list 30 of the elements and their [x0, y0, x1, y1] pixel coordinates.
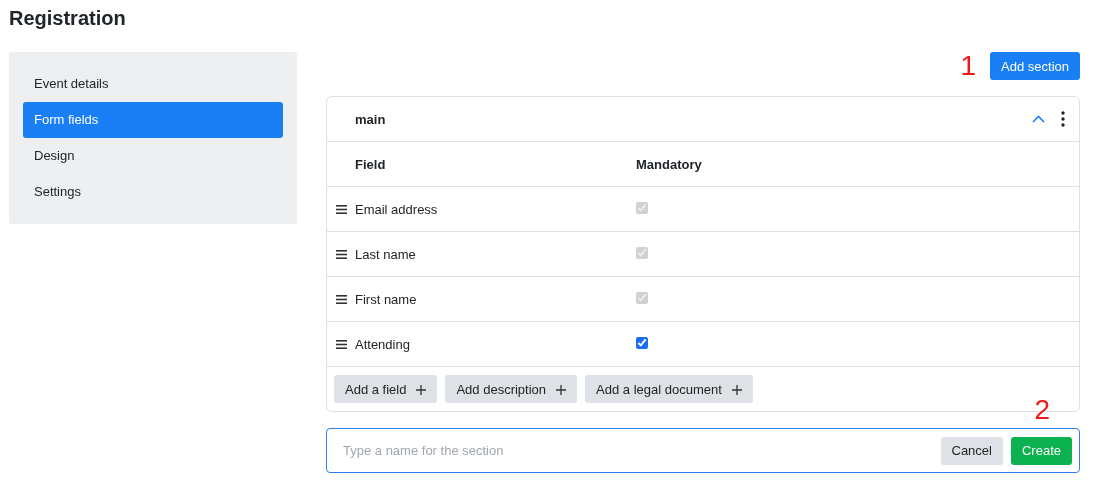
drag-handle-icon[interactable]: [335, 294, 347, 304]
sidebar-item[interactable]: Event details: [23, 66, 283, 102]
more-options-icon[interactable]: [1061, 111, 1065, 127]
sidebar-item[interactable]: Settings: [23, 174, 283, 210]
add-item-button[interactable]: Add a field: [334, 375, 438, 403]
plus-icon: [416, 384, 427, 395]
drag-handle-icon[interactable]: [335, 204, 347, 214]
field-name: Email address: [355, 201, 439, 217]
plus-icon: [556, 384, 567, 395]
field-name: Last name: [355, 246, 417, 262]
sidebar-item[interactable]: Form fields: [23, 102, 283, 138]
section-name: main: [355, 111, 387, 127]
column-header: Mandatory: [636, 156, 703, 172]
field-name: First name: [355, 291, 418, 307]
annotation-number: 1: [960, 52, 977, 80]
chevron-up-icon[interactable]: [1032, 115, 1045, 123]
section-name-field[interactable]: Type a name for the section Cancel Create: [326, 428, 1080, 473]
annotation-number: 2: [1034, 396, 1050, 424]
add-item-button[interactable]: Add description: [445, 375, 578, 403]
field-name: Attending: [355, 336, 411, 352]
drag-handle-icon[interactable]: [335, 249, 347, 259]
mandatory-checkbox[interactable]: [636, 336, 648, 349]
add-section-button[interactable]: Add section: [990, 52, 1080, 80]
plus-icon: [731, 384, 742, 395]
sidebar-item[interactable]: Design: [23, 138, 283, 174]
drag-handle-icon[interactable]: [335, 339, 347, 349]
cancel-button[interactable]: Cancel: [940, 436, 1003, 465]
page-title: Registration: [9, 6, 127, 30]
column-header: Field: [355, 156, 387, 172]
add-item-button[interactable]: Add a legal document: [585, 375, 753, 403]
